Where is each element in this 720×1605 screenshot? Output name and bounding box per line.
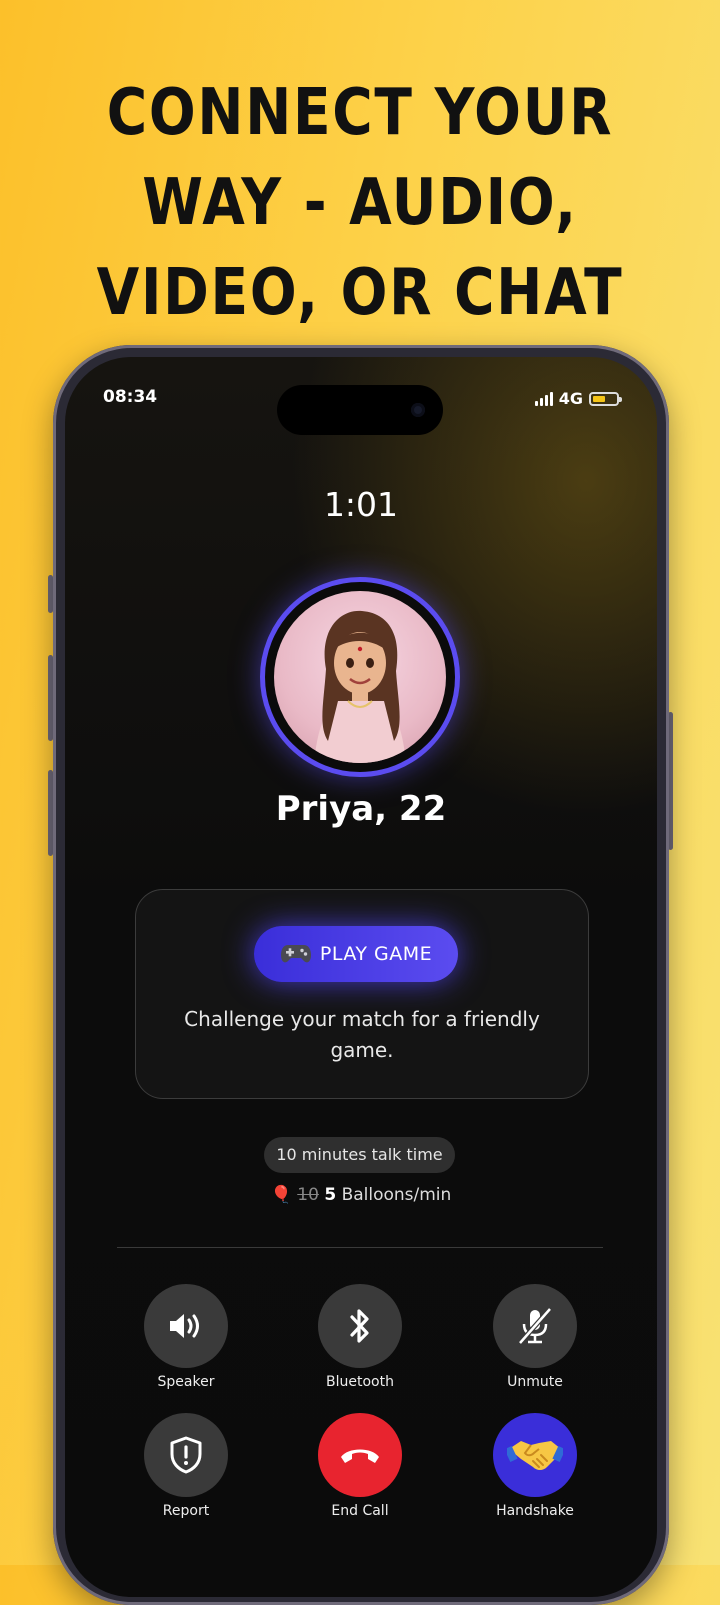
avatar-ring <box>260 577 460 777</box>
speaker-button[interactable] <box>144 1284 228 1368</box>
old-price: 10 <box>297 1185 319 1205</box>
bluetooth-control[interactable]: Bluetooth <box>300 1284 420 1390</box>
game-description: Challenge your match for a friendly game… <box>184 1007 540 1062</box>
talk-time-badge: 10 minutes talk time <box>264 1137 455 1173</box>
play-game-label: PLAY GAME <box>319 943 433 965</box>
handshake-control[interactable]: Handshake <box>475 1413 595 1519</box>
handshake-button[interactable] <box>493 1413 577 1497</box>
caller-name: Priya, 22 <box>275 789 447 829</box>
bluetooth-icon <box>350 1309 369 1343</box>
speaker-icon <box>170 1314 199 1338</box>
end-call-control[interactable]: End Call <box>300 1413 420 1519</box>
phone-screen: 08:34 4G 1:01 Priya, 22 PLAY GAME Challe… <box>65 357 657 1597</box>
gamepad-icon <box>280 945 311 963</box>
unmute-control[interactable]: Unmute <box>475 1284 595 1390</box>
avatar[interactable] <box>274 591 446 763</box>
pricing-line: 🎈 10 5 Balloons/min <box>65 1185 657 1205</box>
speaker-label: Speaker <box>157 1374 215 1390</box>
unmute-label: Unmute <box>507 1374 563 1390</box>
status-time: 08:34 <box>103 387 158 407</box>
status-indicators: 4G <box>534 389 622 408</box>
phone-hangup-icon <box>341 1449 379 1463</box>
speaker-control[interactable]: Speaker <box>126 1284 246 1390</box>
avatar-illustration <box>314 610 406 763</box>
dynamic-island <box>277 385 443 435</box>
price-unit: Balloons/min <box>341 1185 452 1205</box>
balloon-icon: 🎈 <box>270 1185 292 1205</box>
end-call-label: End Call <box>331 1503 389 1519</box>
report-button[interactable] <box>144 1413 228 1497</box>
report-control[interactable]: Report <box>126 1413 246 1519</box>
bluetooth-label: Bluetooth <box>326 1374 394 1390</box>
new-price: 5 <box>324 1185 337 1205</box>
handshake-label: Handshake <box>496 1503 574 1519</box>
front-camera-icon <box>411 403 425 417</box>
call-timer: 1:01 <box>323 485 399 524</box>
handshake-icon <box>507 1441 563 1470</box>
play-game-button[interactable]: PLAY GAME <box>254 926 458 982</box>
shield-alert-icon <box>170 1436 202 1474</box>
game-card: PLAY GAME Challenge your match for a fri… <box>135 889 589 1099</box>
promo-headline: Connect your way - Audio, Video, or Chat <box>96 76 624 330</box>
signal-icon <box>534 391 553 406</box>
report-label: Report <box>162 1503 210 1519</box>
end-call-button[interactable] <box>318 1413 402 1497</box>
bluetooth-button[interactable] <box>318 1284 402 1368</box>
battery-icon <box>589 391 622 406</box>
network-type: 4G <box>558 389 583 408</box>
divider <box>117 1247 603 1248</box>
mic-off-icon <box>518 1307 552 1345</box>
unmute-button[interactable] <box>493 1284 577 1368</box>
